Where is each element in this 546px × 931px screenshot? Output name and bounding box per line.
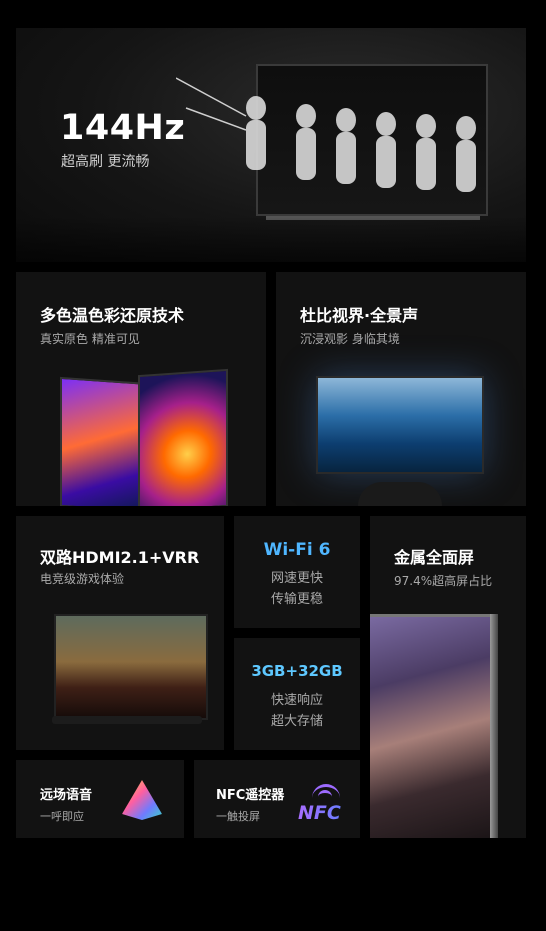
metal-screen-card: 金属全面屏 97.4%超高屏占比 <box>370 516 526 838</box>
metal-frame-edge <box>490 614 498 838</box>
wifi-card: Wi-Fi 6 网速更快 传输更稳 <box>234 516 360 628</box>
voice-subtitle: 一呼即应 <box>40 810 84 823</box>
hdmi-title: 双路HDMI2.1+VRR <box>40 548 200 567</box>
nfc-logo-text: NFC <box>298 802 341 824</box>
refresh-rate-tagline: 超高刷 更流畅 <box>61 154 150 170</box>
dolby-card: 杜比视界·全景声 沉浸观影 身临其境 <box>276 272 526 506</box>
nfc-waves-icon <box>312 784 340 801</box>
mountain-screen-image <box>370 614 493 838</box>
storage-title: 3GB+32GB <box>251 662 343 680</box>
dolby-title: 杜比视界·全景声 <box>300 306 419 325</box>
soundbar <box>52 716 202 724</box>
voice-card: 远场语音 一呼即应 <box>16 760 184 838</box>
racing-game-image <box>54 614 208 720</box>
voice-title: 远场语音 <box>40 788 93 803</box>
wave-tv-image <box>316 376 484 474</box>
nfc-icon: NFC <box>298 784 350 826</box>
dolby-subtitle: 沉浸观影 身临其境 <box>300 332 400 346</box>
color-tech-subtitle: 真实原色 精准可见 <box>40 332 140 346</box>
wifi-line-2: 传输更稳 <box>270 592 323 607</box>
nfc-card: NFC遥控器 一触投屏 NFC <box>194 760 360 838</box>
refresh-rate-banner: 144Hz 超高刷 更流畅 <box>16 28 526 262</box>
nfc-title: NFC遥控器 <box>216 788 285 803</box>
hdmi-card: 双路HDMI2.1+VRR 电竞级游戏体验 <box>16 516 224 750</box>
color-tech-card: 多色温色彩还原技术 真实原色 精准可见 <box>16 272 266 506</box>
color-screen-left-image <box>60 376 150 506</box>
voice-assistant-icon <box>122 780 162 820</box>
floor-shadow <box>16 216 526 262</box>
storage-card: 3GB+32GB 快速响应 超大存储 <box>234 638 360 750</box>
color-screen-right-image <box>138 368 228 506</box>
nfc-subtitle: 一触投屏 <box>216 810 260 823</box>
viewer-silhouette <box>358 482 442 506</box>
storage-line-2: 超大存储 <box>270 714 323 729</box>
wifi-line-1: 网速更快 <box>270 571 323 586</box>
storage-description: 快速响应 超大存储 <box>234 690 360 732</box>
metal-screen-title: 金属全面屏 <box>394 548 475 567</box>
wifi-description: 网速更快 传输更稳 <box>234 568 360 610</box>
color-tech-title: 多色温色彩还原技术 <box>40 306 185 325</box>
hdmi-subtitle: 电竞级游戏体验 <box>40 572 125 586</box>
wifi-title: Wi-Fi 6 <box>263 540 331 560</box>
refresh-rate-headline: 144Hz <box>60 108 186 148</box>
metal-screen-subtitle: 97.4%超高屏占比 <box>394 574 493 588</box>
storage-line-1: 快速响应 <box>270 693 323 708</box>
